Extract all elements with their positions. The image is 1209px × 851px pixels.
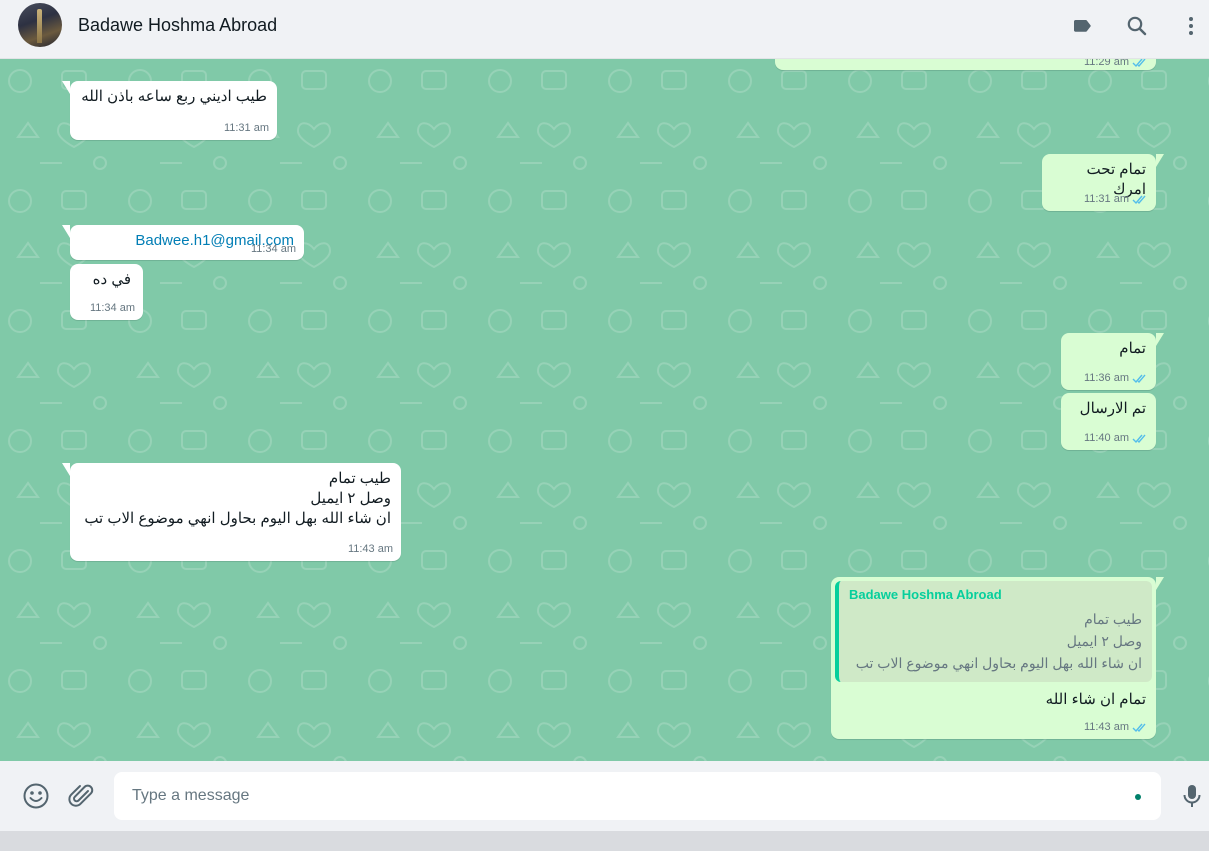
message-time: 11:40 am [1083, 432, 1129, 444]
message-bubble-out[interactable]: تم الارسال 11:40 am [1061, 393, 1156, 450]
message-time: 11:43 am [347, 543, 393, 555]
chat-panel[interactable]: 11:29 am طيب اديني ربع ساعه باذن الله 11… [0, 59, 1209, 761]
message-text: تمام ان شاء الله [1045, 691, 1146, 708]
message-bubble-in[interactable]: طيب اديني ربع ساعه باذن الله 11:31 am [62, 81, 277, 140]
message-time: 11:34 am [89, 302, 135, 314]
message-text: في ده [92, 271, 131, 288]
message-time: 11:34 am [250, 243, 296, 255]
message-text: طيب اديني ربع ساعه باذن الله [81, 88, 267, 105]
quoted-message[interactable]: Badawe Hoshma Abroad طيب تمام وصل ٢ ايمي… [835, 581, 1152, 682]
quoted-text: طيب تمام وصل ٢ ايميل ان شاء الله بهل الي… [855, 611, 1142, 671]
window-bottom-bar [0, 831, 1209, 851]
message-bubble-in[interactable]: طيب تمام وصل ٢ ايميل ان شاء الله بهل الي… [62, 463, 401, 561]
message-time: 11:31 am [223, 122, 269, 134]
message-composer [0, 761, 1209, 831]
message-bubble-out[interactable]: تمام 11:36 am [1061, 333, 1164, 390]
message-text: تمام [1119, 340, 1146, 357]
double-check-icon [1132, 374, 1146, 383]
message-time: 11:36 am [1083, 372, 1129, 384]
double-check-icon [1132, 723, 1146, 732]
attach-icon[interactable] [67, 782, 95, 810]
message-text: طيب تمام وصل ٢ ايميل ان شاء الله بهل الي… [84, 470, 391, 527]
input-status-dot [1135, 794, 1141, 800]
contact-avatar[interactable] [18, 3, 62, 47]
label-icon[interactable] [1070, 14, 1094, 38]
menu-icon[interactable] [1179, 14, 1203, 38]
emoji-icon[interactable] [22, 782, 50, 810]
message-bubble-out[interactable]: 11:29 am [775, 59, 1156, 70]
search-icon[interactable] [1125, 14, 1149, 38]
message-bubble-out-reply[interactable]: Badawe Hoshma Abroad طيب تمام وصل ٢ ايمي… [831, 577, 1164, 739]
double-check-icon [1132, 195, 1146, 204]
message-input[interactable] [114, 772, 1161, 820]
message-bubble-in[interactable]: في ده 11:34 am [70, 264, 143, 320]
contact-name[interactable]: Badawe Hoshma Abroad [78, 15, 277, 36]
microphone-icon[interactable] [1178, 782, 1206, 810]
chat-header: Badawe Hoshma Abroad [0, 0, 1209, 59]
message-text: تم الارسال [1079, 400, 1146, 417]
message-time: 11:29 am [1083, 59, 1129, 68]
message-bubble-in[interactable]: Badwee.h1@gmail.com 11:34 am [62, 225, 304, 260]
quoted-author: Badawe Hoshma Abroad [849, 587, 1002, 602]
message-time: 11:31 am [1083, 193, 1129, 205]
double-check-icon [1132, 59, 1146, 67]
message-bubble-out[interactable]: تمام تحت امرك 11:31 am [1042, 154, 1164, 211]
double-check-icon [1132, 434, 1146, 443]
message-time: 11:43 am [1083, 721, 1129, 733]
